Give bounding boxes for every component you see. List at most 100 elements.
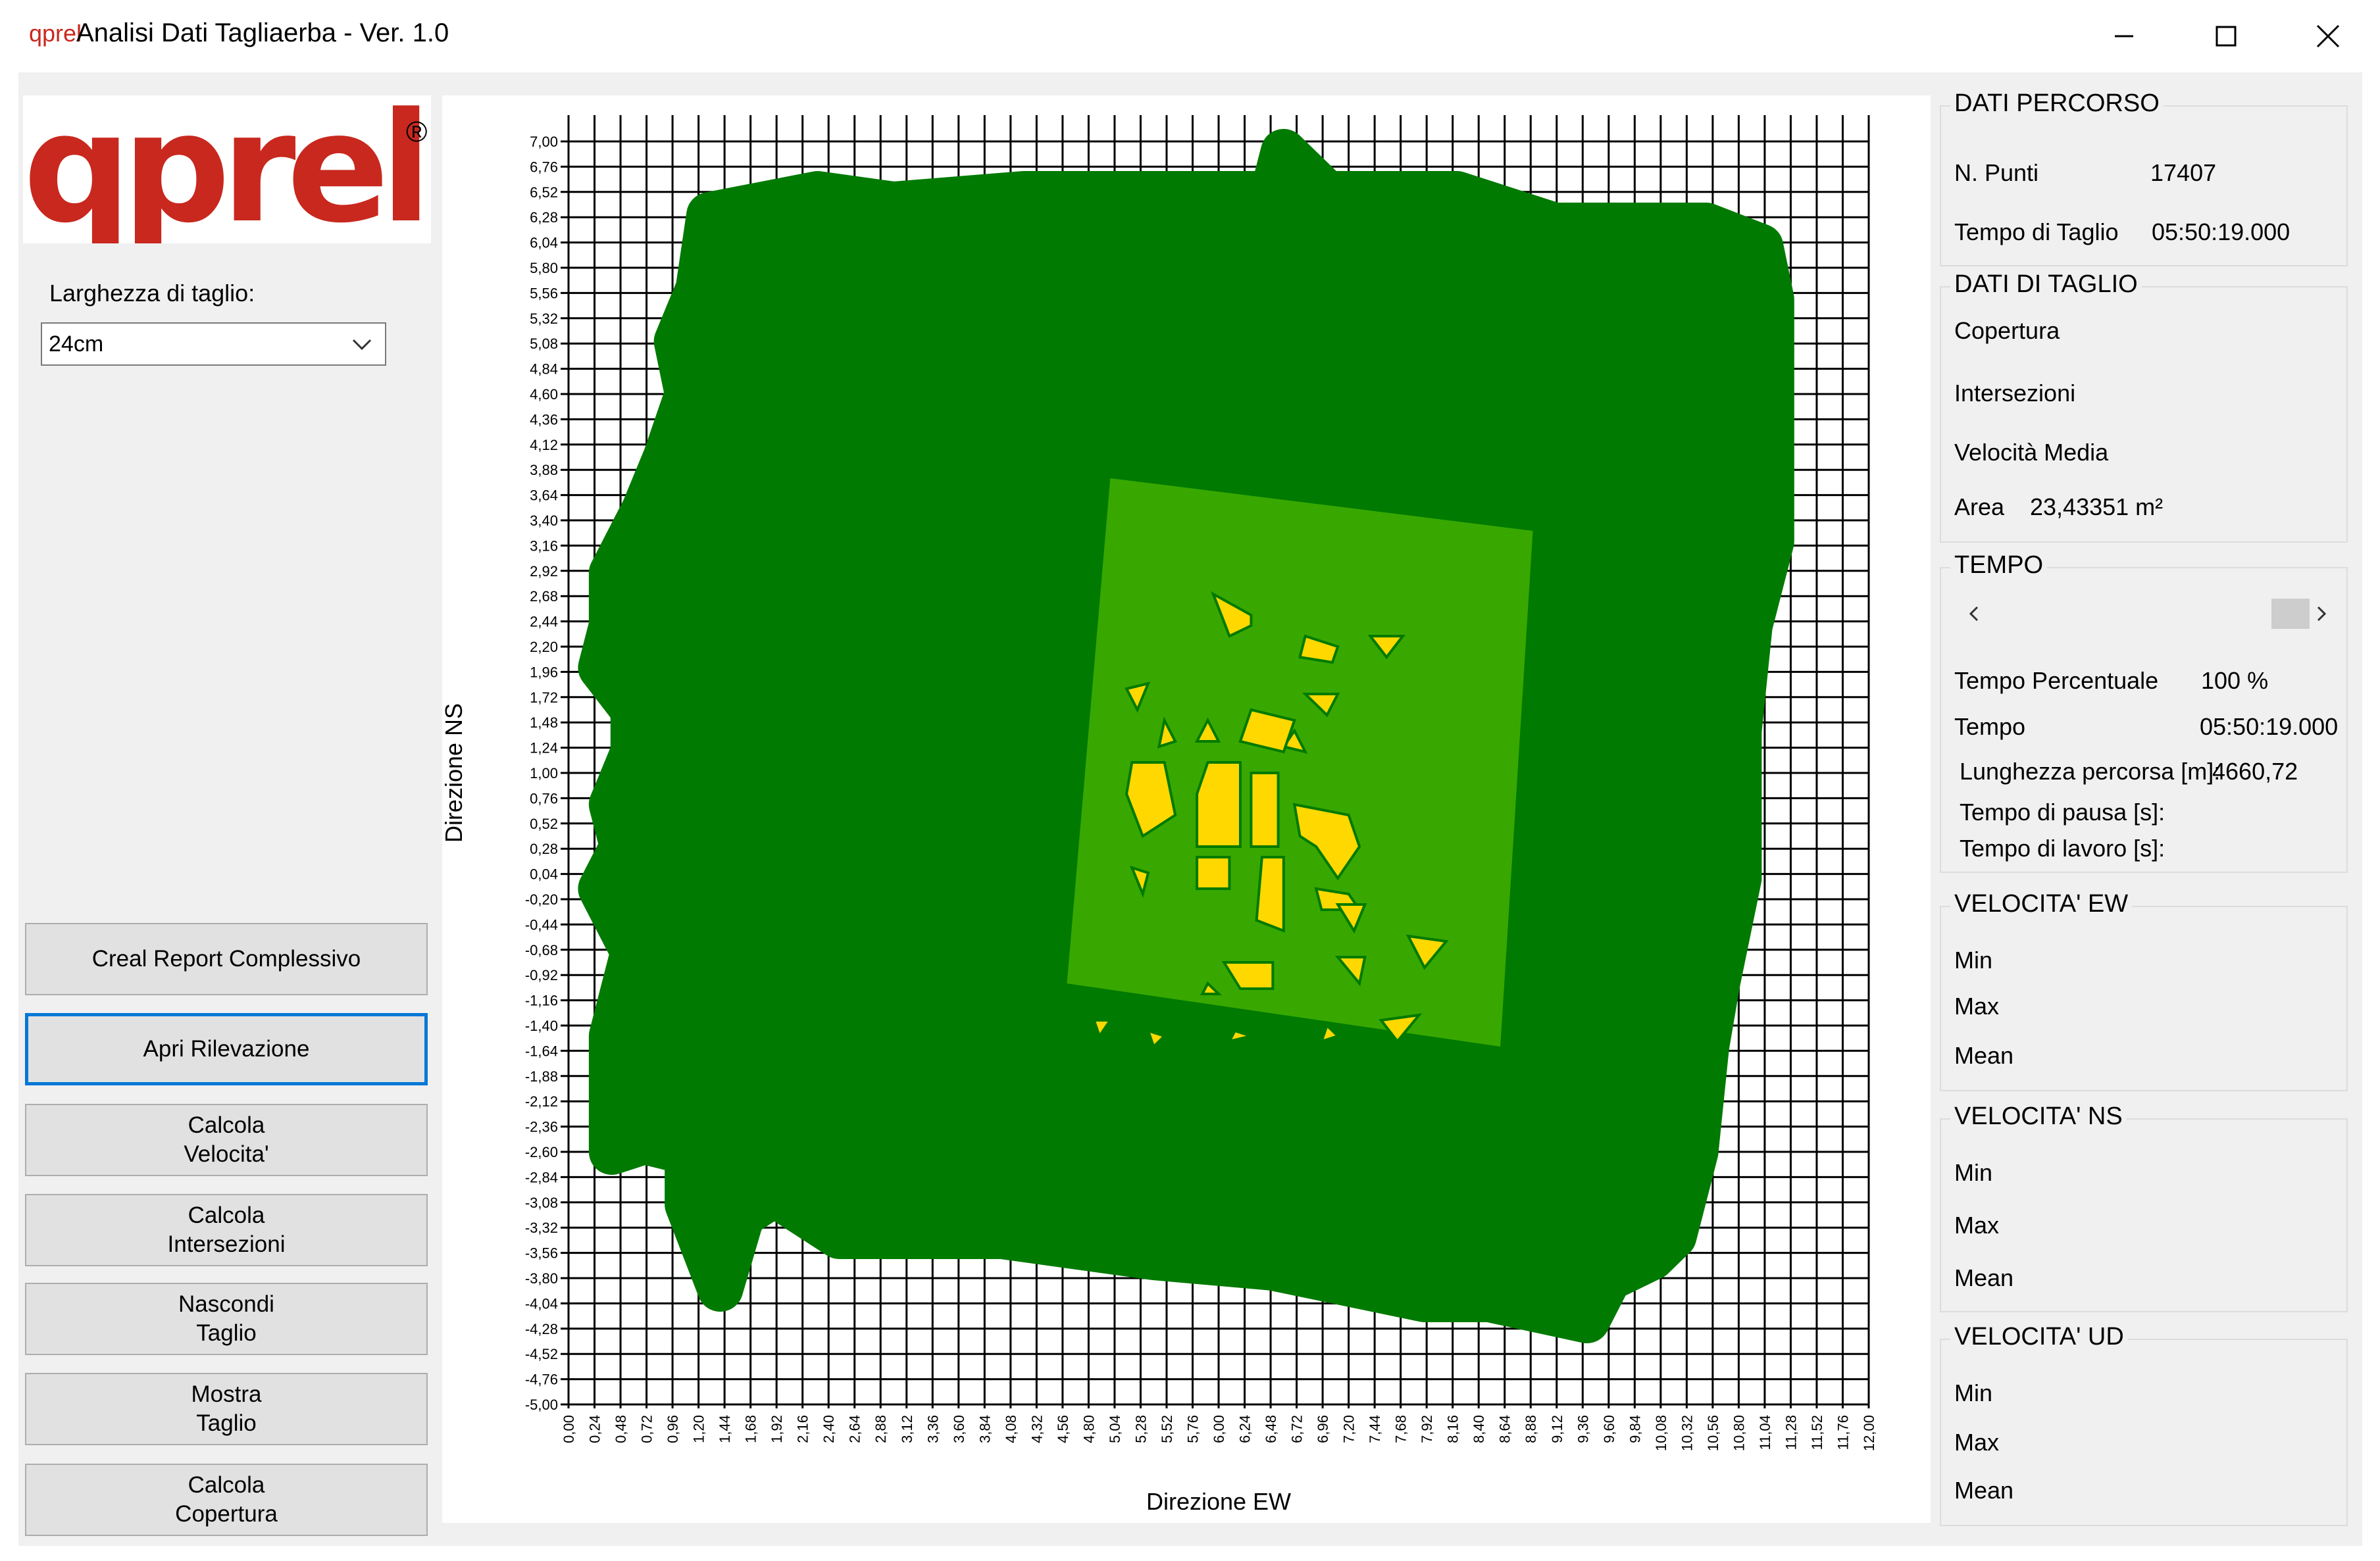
y-tick-label: 6,76 bbox=[530, 159, 558, 175]
x-tick-label: 2,88 bbox=[873, 1415, 889, 1443]
y-tick-label: -4,28 bbox=[525, 1321, 558, 1337]
x-tick-label: 3,60 bbox=[951, 1415, 967, 1443]
path-chart[interactable]: 7,00 6,76 6,52 6,28 6,04 5,80 5,56 5,32 5,08 4,84… bbox=[442, 95, 1931, 1523]
hide-cut-button[interactable]: Nascondi Taglio bbox=[25, 1283, 428, 1355]
area-label: Area bbox=[1954, 493, 2005, 520]
y-tick-label: 2,44 bbox=[530, 614, 558, 630]
y-tick-label: 4,12 bbox=[530, 437, 558, 453]
y-tick-label: 2,92 bbox=[530, 563, 558, 580]
y-tick-label: 3,64 bbox=[530, 487, 558, 504]
y-tick-label: -2,84 bbox=[525, 1169, 558, 1185]
x-tick-label: 1,92 bbox=[769, 1415, 785, 1443]
y-tick-label: -3,08 bbox=[525, 1195, 558, 1211]
x-tick-label: 7,92 bbox=[1419, 1415, 1435, 1443]
report-button[interactable]: Creal Report Complessivo bbox=[25, 923, 428, 995]
speed-ns-max-label: Max bbox=[1954, 1212, 2000, 1239]
qprel-logo: qprel ® bbox=[23, 81, 432, 257]
time-value: 05:50:19.000 bbox=[2200, 713, 2339, 740]
x-tick-label: 9,12 bbox=[1549, 1415, 1565, 1443]
open-survey-button[interactable]: Apri Rilevazione bbox=[25, 1013, 428, 1085]
chevron-left-icon bbox=[1969, 606, 1979, 622]
speed-ew-max-label: Max bbox=[1954, 993, 2000, 1020]
y-tick-label: -1,64 bbox=[525, 1043, 558, 1059]
y-tick-label: 1,00 bbox=[530, 765, 558, 781]
calc-intersections-button[interactable]: Calcola Intersezioni bbox=[25, 1194, 428, 1266]
x-tick-label: 6,24 bbox=[1237, 1415, 1253, 1443]
time-scrollbar[interactable] bbox=[1954, 595, 2333, 633]
speed-ns-title: VELOCITA' NS bbox=[1950, 1103, 2127, 1131]
x-tick-label: 0,00 bbox=[561, 1415, 577, 1443]
x-tick-label: 10,32 bbox=[1679, 1415, 1695, 1451]
points-label: N. Punti bbox=[1954, 159, 2039, 186]
x-tick-label: 5,76 bbox=[1184, 1415, 1201, 1443]
y-tick-label: 1,24 bbox=[530, 740, 558, 756]
speed-ew-group: VELOCITA' EW Min Max Mean bbox=[1940, 890, 2348, 1091]
y-tick-label: -2,12 bbox=[525, 1093, 558, 1110]
scroll-left-button[interactable] bbox=[1954, 595, 1994, 633]
x-tick-label: 5,04 bbox=[1107, 1415, 1123, 1443]
speed-ew-title: VELOCITA' EW bbox=[1950, 890, 2133, 918]
length-label: Lunghezza percorsa [m]: bbox=[1960, 758, 2221, 785]
work-time-label: Tempo di lavoro [s]: bbox=[1960, 835, 2165, 862]
y-tick-label: 3,88 bbox=[530, 462, 558, 478]
maximize-icon bbox=[2215, 26, 2236, 47]
scroll-right-button[interactable] bbox=[2302, 595, 2341, 633]
speed-ns-group: VELOCITA' NS Min Max Mean bbox=[1940, 1103, 2348, 1312]
x-tick-label: 10,80 bbox=[1731, 1415, 1747, 1451]
cut-time-value: 05:50:19.000 bbox=[2152, 218, 2291, 245]
cut-width-label: Larghezza di taglio: bbox=[49, 280, 255, 307]
y-tick-label: 7,00 bbox=[530, 134, 558, 150]
y-tick-label: 6,52 bbox=[530, 184, 558, 201]
cut-data-title: DATI DI TAGLIO bbox=[1950, 270, 2142, 299]
maximize-button[interactable] bbox=[2175, 0, 2277, 72]
x-tick-label: 8,16 bbox=[1445, 1415, 1461, 1443]
speed-ew-mean-label: Mean bbox=[1954, 1042, 2014, 1069]
x-tick-label: 9,60 bbox=[1601, 1415, 1617, 1443]
close-button[interactable] bbox=[2277, 0, 2379, 72]
y-tick-label: 0,04 bbox=[530, 866, 558, 883]
x-tick-label: 9,36 bbox=[1575, 1415, 1591, 1443]
calc-speed-button[interactable]: Calcola Velocita' bbox=[25, 1104, 428, 1176]
x-tick-label: 11,04 bbox=[1757, 1415, 1773, 1450]
y-tick-label: 4,36 bbox=[530, 411, 558, 428]
speed-ud-group: VELOCITA' UD Min Max Mean bbox=[1940, 1323, 2348, 1526]
y-tick-label: 6,28 bbox=[530, 209, 558, 226]
speed-ud-min-label: Min bbox=[1954, 1379, 1993, 1406]
y-tick-label: 0,76 bbox=[530, 790, 558, 806]
x-tick-label: 3,12 bbox=[899, 1415, 915, 1443]
cut-width-select[interactable]: 24cm bbox=[41, 322, 386, 366]
y-tick-label: 1,72 bbox=[530, 689, 558, 706]
x-tick-label: 0,96 bbox=[665, 1415, 681, 1443]
logo-text: qprel bbox=[23, 95, 423, 243]
app-icon: qprel bbox=[29, 20, 82, 47]
x-tick-label: 8,88 bbox=[1523, 1415, 1539, 1443]
x-axis-title: Direzione EW bbox=[1146, 1488, 1291, 1515]
calc-coverage-button[interactable]: Calcola Copertura bbox=[25, 1464, 428, 1536]
window-title: Analisi Dati Tagliaerba - Ver. 1.0 bbox=[76, 18, 449, 47]
y-tick-label: -4,04 bbox=[525, 1295, 558, 1312]
speed-ud-mean-label: Mean bbox=[1954, 1477, 2014, 1504]
x-tick-label: 0,24 bbox=[587, 1415, 603, 1443]
minimize-button[interactable] bbox=[2073, 0, 2175, 72]
x-tick-label: 11,52 bbox=[1809, 1415, 1825, 1450]
logo-graphic: qprel ® bbox=[23, 81, 432, 257]
time-group: TEMPO Tempo Percentuale 100 % Tempo 05:5… bbox=[1940, 551, 2348, 873]
chart-svg: 7,00 6,76 6,52 6,28 6,04 5,80 5,56 5,32 5,08 4,84… bbox=[442, 115, 1877, 1515]
y-tick-label: -0,44 bbox=[525, 916, 558, 933]
x-tick-label: 1,68 bbox=[743, 1415, 759, 1443]
x-tick-label: 2,16 bbox=[795, 1415, 811, 1443]
x-tick-label: 6,72 bbox=[1289, 1415, 1305, 1443]
x-tick-label: 12,00 bbox=[1861, 1415, 1877, 1451]
x-tick-label: 8,40 bbox=[1471, 1415, 1487, 1443]
y-axis-title: Direzione NS bbox=[442, 703, 467, 843]
close-icon bbox=[2316, 24, 2339, 48]
y-tick-label: -3,56 bbox=[525, 1245, 558, 1262]
intersections-label: Intersezioni bbox=[1954, 380, 2076, 407]
x-tick-label: 4,56 bbox=[1055, 1415, 1071, 1443]
y-tick-label: -4,52 bbox=[525, 1346, 558, 1362]
y-tick-label: 2,68 bbox=[530, 588, 558, 605]
y-tick-label: 5,56 bbox=[530, 285, 558, 301]
y-tick-label: 4,84 bbox=[530, 361, 558, 378]
show-cut-button[interactable]: Mostra Taglio bbox=[25, 1373, 428, 1445]
x-tick-label: 8,64 bbox=[1497, 1415, 1513, 1443]
